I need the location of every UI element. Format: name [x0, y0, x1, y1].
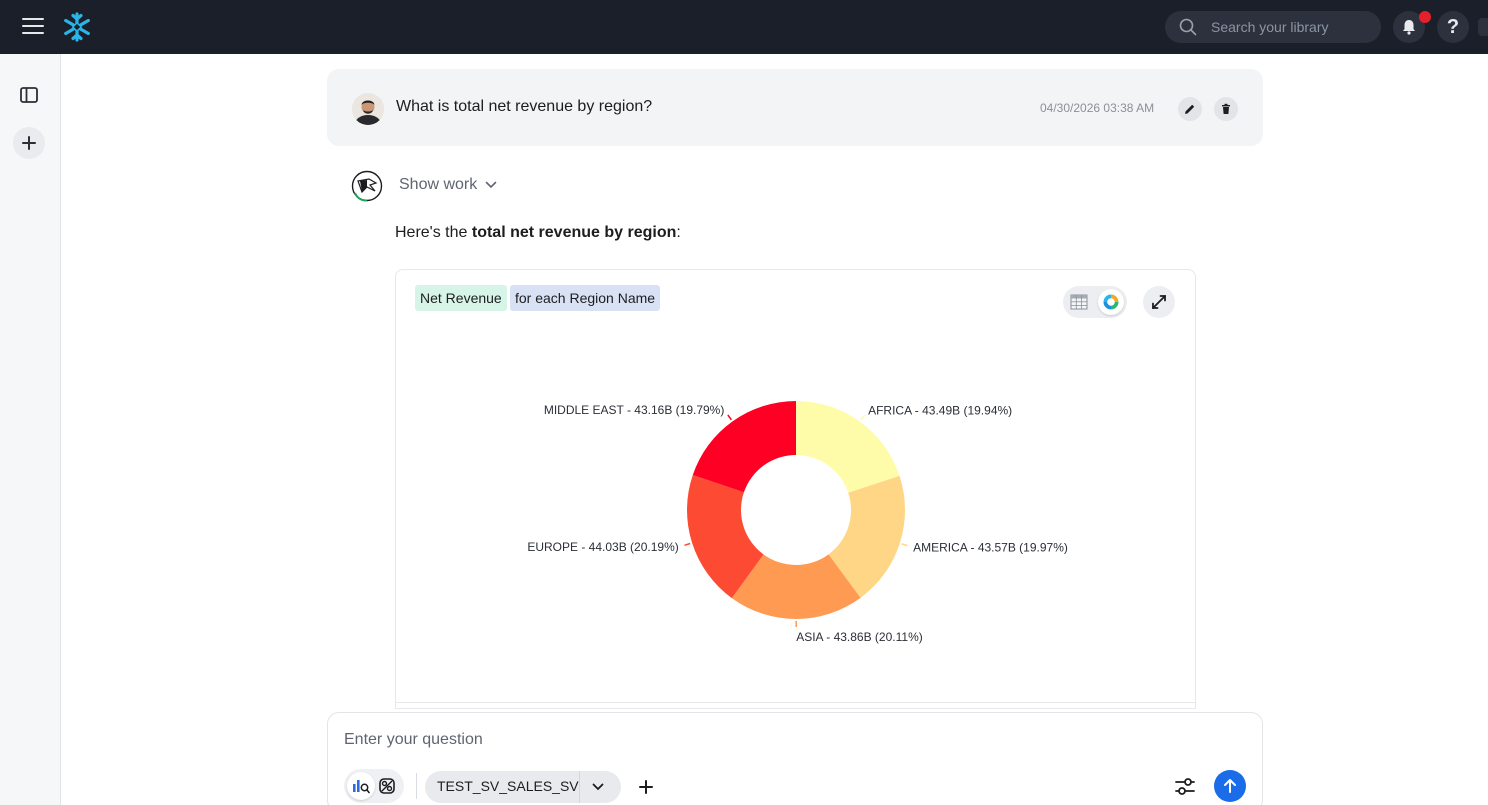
selector-divider	[579, 771, 580, 803]
mode-toggle[interactable]	[344, 769, 404, 803]
show-work-toggle[interactable]: Show work	[399, 176, 497, 194]
question-input[interactable]	[344, 731, 1224, 757]
answer-suffix: :	[676, 224, 681, 241]
help-icon: ?	[1446, 15, 1460, 38]
add-context-button[interactable]	[632, 773, 660, 801]
sidebar	[0, 54, 61, 805]
question-composer: TEST_SV_SALES_SV	[327, 712, 1263, 805]
bell-icon	[1403, 20, 1415, 35]
menu-icon[interactable]	[22, 18, 44, 36]
show-work-label: Show work	[399, 176, 478, 193]
semantic-view-selector[interactable]: TEST_SV_SALES_SV	[425, 771, 621, 803]
snowflake-logo[interactable]	[61, 11, 93, 43]
answer-prefix: Here's the	[395, 224, 472, 241]
toggle-sidebar-button[interactable]	[13, 79, 45, 111]
composer-separator	[416, 773, 417, 799]
top-bar: ?	[0, 0, 1488, 54]
agent-mode-button[interactable]	[373, 772, 401, 800]
edit-icon	[1185, 104, 1195, 114]
answer-text: Here's the total net revenue by region:	[395, 224, 681, 242]
label-connector	[727, 414, 732, 421]
label-connector	[684, 542, 691, 547]
send-arrow-icon	[1224, 779, 1236, 793]
edit-question-button[interactable]	[1178, 97, 1202, 121]
search-input[interactable]	[1211, 11, 1371, 43]
plus-icon	[22, 136, 36, 150]
semantic-view-name: TEST_SV_SALES_SV	[437, 778, 579, 794]
slice-label: EUROPE - 44.03B (20.19%)	[527, 540, 678, 554]
user-menu-button[interactable]	[1478, 18, 1488, 36]
settings-button[interactable]	[1170, 773, 1200, 801]
send-button[interactable]	[1214, 770, 1246, 802]
trash-icon	[1222, 103, 1230, 114]
search-box[interactable]	[1165, 11, 1381, 43]
delete-question-button[interactable]	[1214, 97, 1238, 121]
settings-sliders-icon	[1175, 778, 1195, 795]
slice-label: AMERICA - 43.57B (19.97%)	[913, 540, 1068, 554]
label-connector	[901, 543, 908, 547]
analyst-mode-icon	[353, 780, 370, 794]
analyst-mode-button[interactable]	[347, 772, 375, 800]
slice-label: ASIA - 43.86B (20.11%)	[796, 630, 923, 644]
user-avatar	[352, 93, 384, 125]
chart-divider	[396, 702, 1195, 703]
question-card: What is total net revenue by region? 04/…	[327, 69, 1263, 146]
panel-toggle-icon	[20, 87, 38, 103]
question-timestamp: 04/30/2026 03:38 AM	[1040, 101, 1155, 115]
help-button[interactable]: ?	[1437, 11, 1469, 43]
notification-badge	[1419, 11, 1431, 23]
new-chat-button[interactable]	[13, 127, 45, 159]
search-icon	[1179, 18, 1197, 36]
plus-icon	[639, 780, 653, 794]
slice-label: MIDDLE EAST - 43.16B (19.79%)	[544, 403, 725, 417]
chart-card: Net Revenue for each Region Name AFRICA …	[395, 269, 1196, 709]
question-text: What is total net revenue by region?	[396, 98, 653, 115]
chevron-down-icon	[485, 181, 497, 189]
agent-mode-icon	[379, 778, 395, 794]
assistant-avatar	[351, 170, 383, 202]
slice-label: AFRICA - 43.49B (19.94%)	[868, 403, 1012, 417]
chevron-down-icon[interactable]	[591, 780, 605, 794]
label-connector	[860, 414, 866, 421]
donut-chart: AFRICA - 43.49B (19.94%) AMERICA - 43.57B…	[527, 401, 1068, 644]
answer-emphasis: total net revenue by region	[471, 224, 677, 241]
